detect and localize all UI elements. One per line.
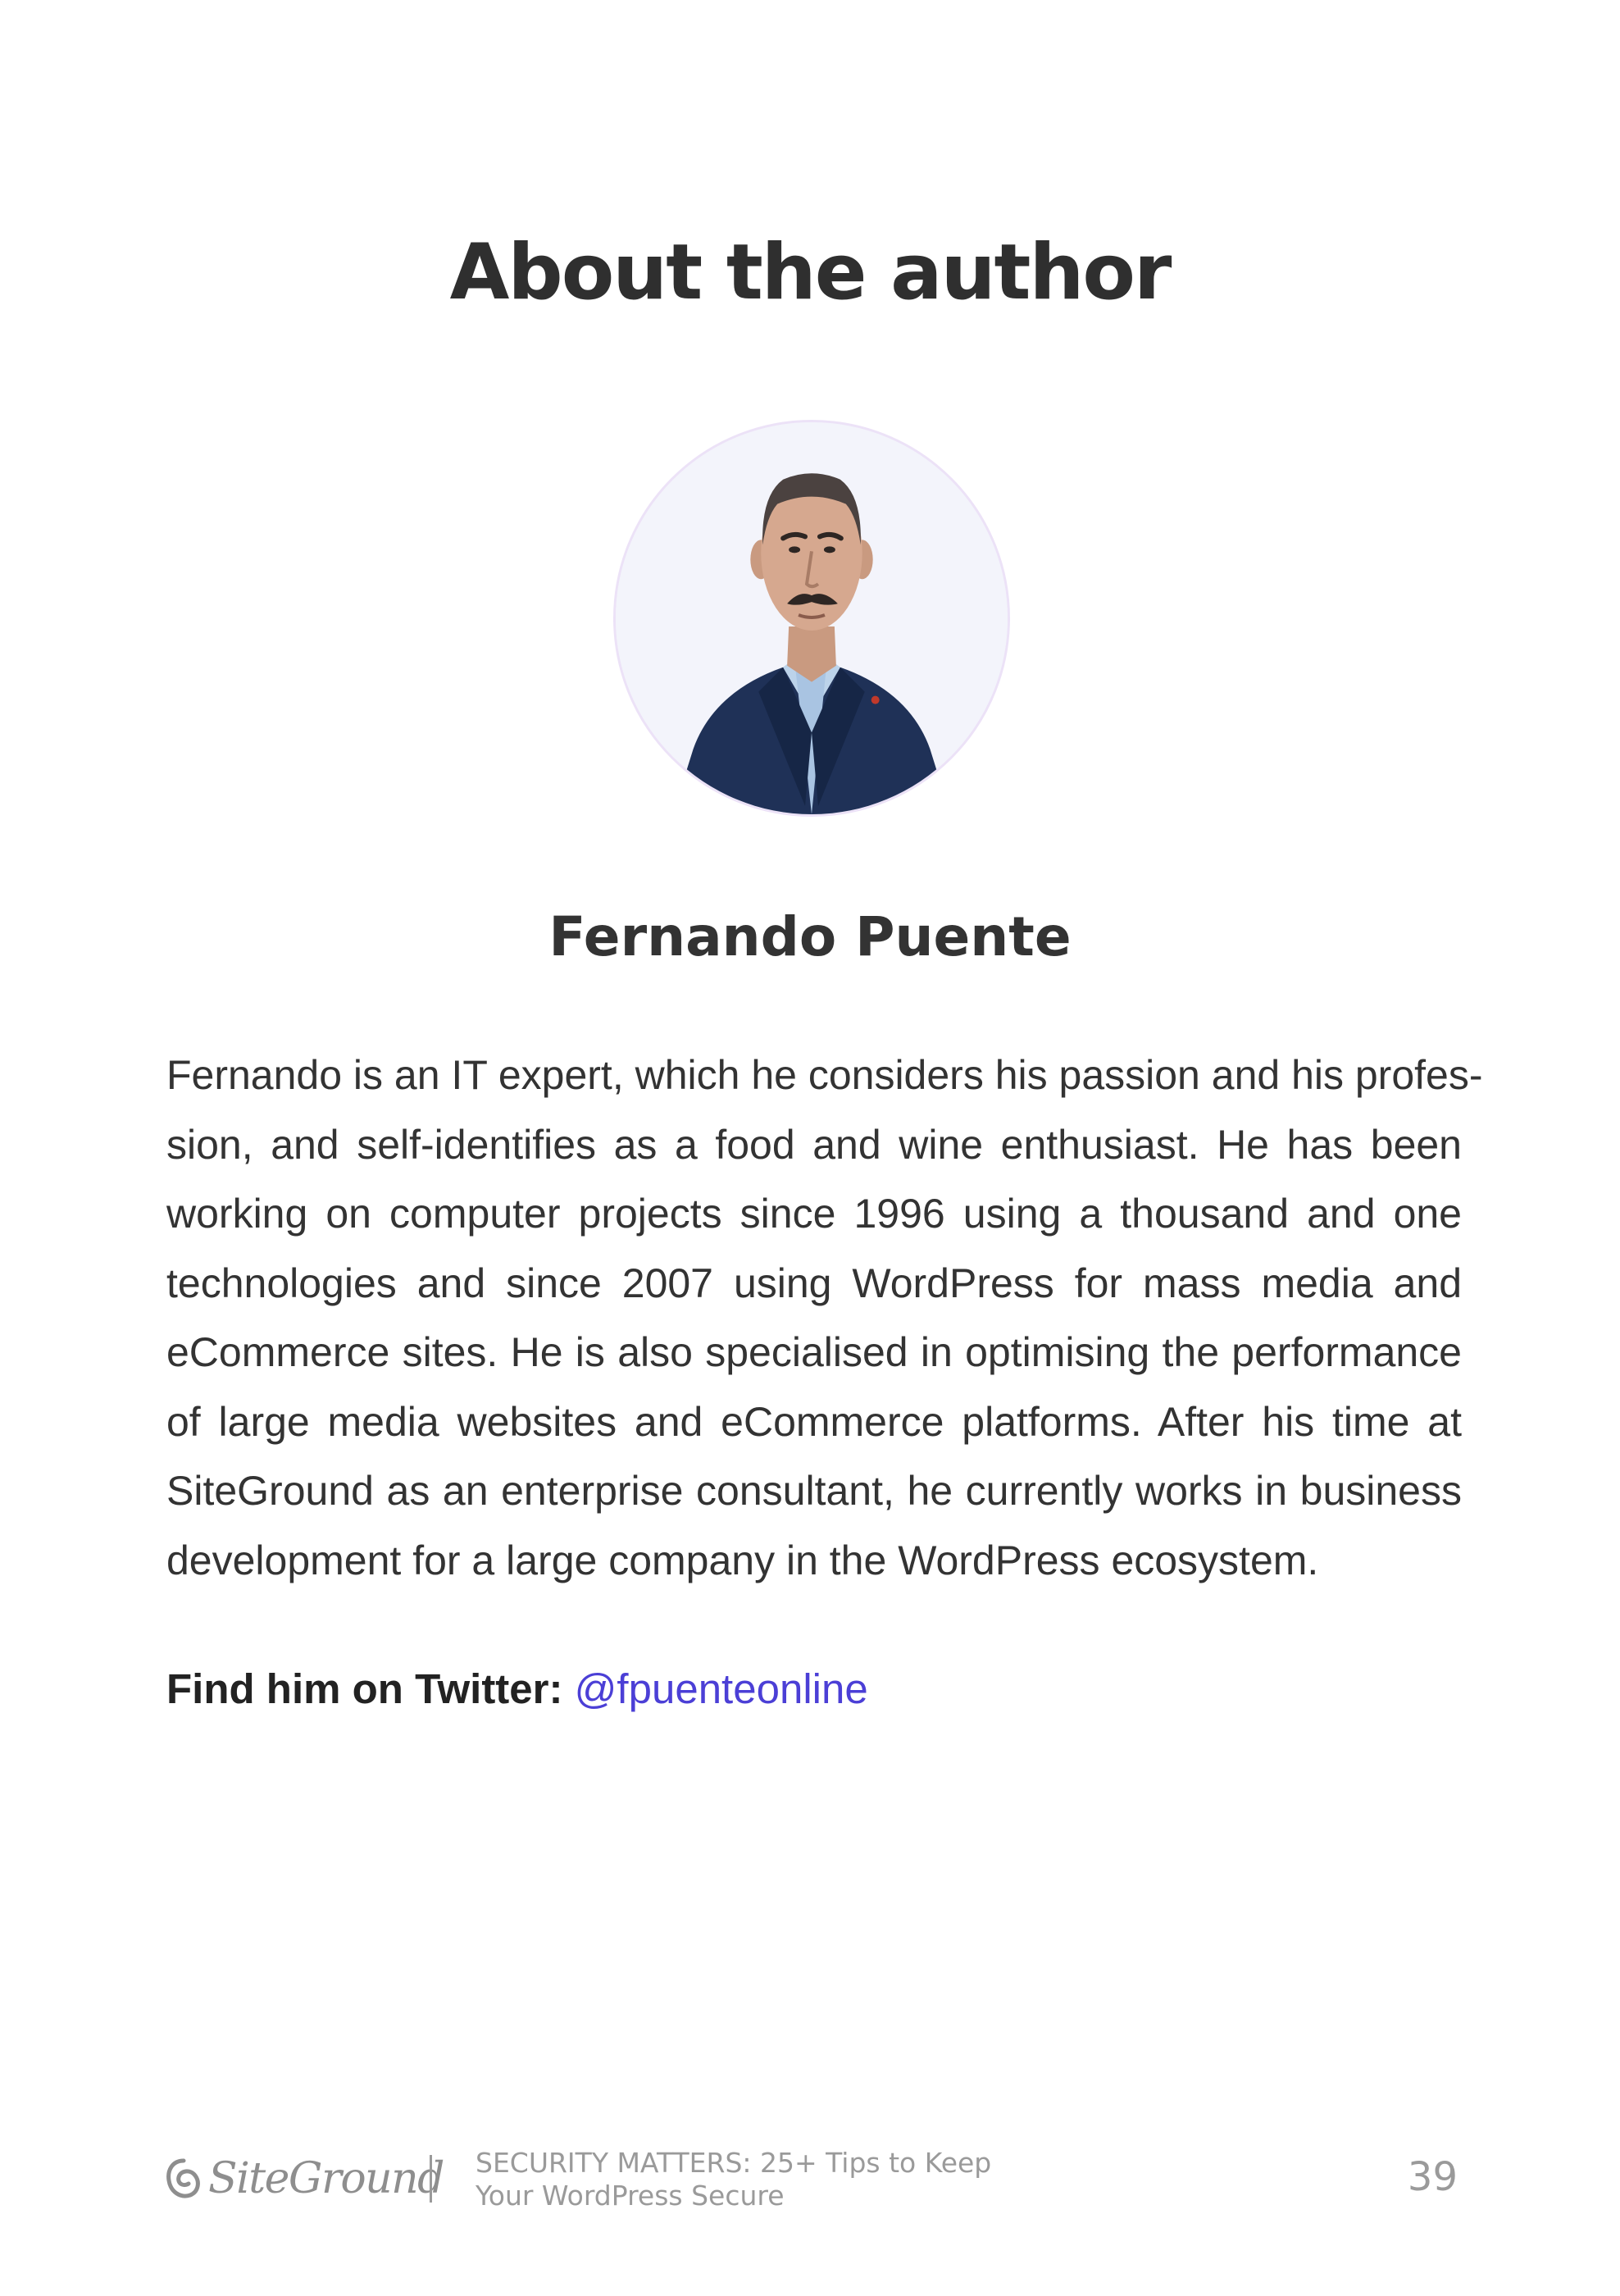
- bio-line: of large media websites and eCommerce pl…: [166, 1398, 1462, 1445]
- footer-book-title-line2: Your WordPress Secure: [476, 2180, 785, 2212]
- footer-book-title-line1: SECURITY MATTERS: 25+ Tips to Keep: [476, 2147, 992, 2179]
- siteground-logo-text: SiteGround: [208, 2154, 444, 2203]
- bio-line: development for a large company in the W…: [166, 1537, 1319, 1583]
- author-bio: Fernando is an IT expert, which he consi…: [166, 1041, 1483, 1595]
- bio-line: working on computer projects since 1996 …: [166, 1191, 1462, 1237]
- bio-line: eCommerce sites. He is also specialised …: [166, 1329, 1462, 1375]
- siteground-swirl-icon: [166, 2158, 200, 2198]
- twitter-line: Find him on Twitter: @fpuenteonline: [166, 1656, 868, 1722]
- author-photo-illustration: [616, 422, 1008, 814]
- author-photo: [613, 420, 1010, 817]
- bio-line: technologies and since 2007 using WordPr…: [166, 1260, 1462, 1306]
- bio-line: SiteGround as an enterprise consultant, …: [166, 1468, 1462, 1514]
- twitter-label: Find him on Twitter:: [166, 1665, 563, 1712]
- siteground-logo: SiteGround: [164, 2150, 444, 2207]
- page-number: 39: [1407, 2154, 1458, 2200]
- page-title: About the author: [449, 228, 1172, 317]
- bio-line: Fernando is an IT expert, which he consi…: [166, 1052, 1483, 1098]
- bio-line: sion, and self-identifies as a food and …: [166, 1121, 1462, 1168]
- footer-book-title: SECURITY MATTERS: 25+ Tips to Keep Your …: [476, 2147, 991, 2212]
- footer-divider: [430, 2155, 432, 2203]
- twitter-handle-link[interactable]: @fpuenteonline: [575, 1665, 868, 1712]
- author-name: Fernando Puente: [548, 905, 1072, 968]
